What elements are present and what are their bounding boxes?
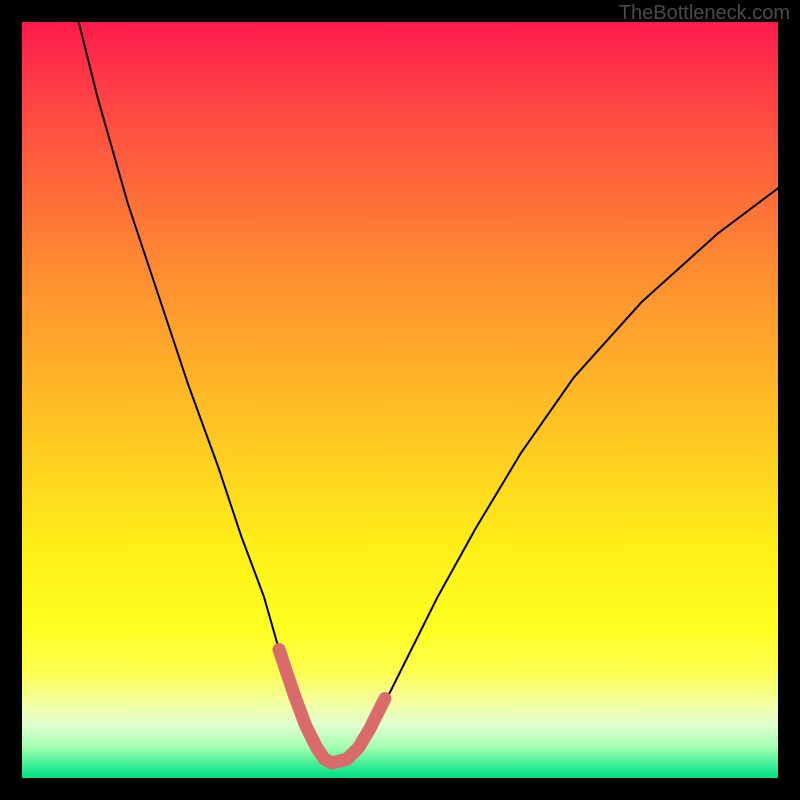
bottleneck-chart	[22, 22, 778, 778]
optimal-zone-highlight-path	[279, 650, 385, 763]
bottleneck-curve-path	[79, 22, 778, 763]
outer-frame: TheBottleneck.com	[0, 0, 800, 800]
gradient-plot-area	[22, 22, 778, 778]
